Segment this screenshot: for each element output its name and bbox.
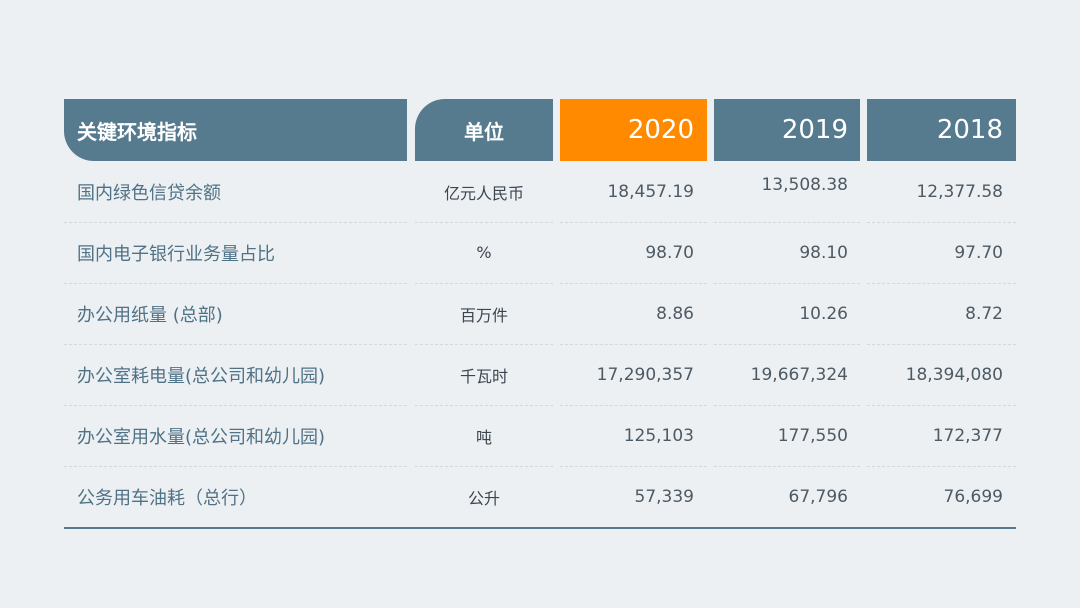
row-value-2019: 177,550 — [777, 425, 848, 446]
row-name: 公务用车油耗（总行） — [77, 487, 257, 509]
header-unit: 单位 — [415, 99, 553, 161]
header-year-2019: 2019 — [714, 99, 860, 161]
table-row: 公务用车油耗（总行） 公升 57,339 67,796 76,699 — [64, 466, 1016, 527]
row-value-2020: 125,103 — [623, 425, 694, 446]
table-bottom-rule — [64, 527, 1016, 529]
row-value-2019: 13,508.38 — [761, 175, 848, 195]
row-value-2019: 98.10 — [799, 242, 848, 263]
header-year-2018: 2018 — [867, 99, 1016, 161]
row-name: 办公室用水量(总公司和幼儿园) — [77, 426, 326, 448]
row-unit: 百万件 — [459, 305, 508, 325]
row-value-2020: 57,339 — [634, 486, 694, 507]
row-value-2020: 18,457.19 — [607, 181, 694, 202]
row-unit: 吨 — [475, 427, 492, 447]
row-name: 办公室耗电量(总公司和幼儿园) — [77, 365, 326, 387]
row-value-2019: 10.26 — [799, 303, 848, 324]
table-body: 国内绿色信贷余额 亿元人民币 18,457.19 13,508.38 12,37… — [64, 161, 1016, 529]
row-value-2019: 19,667,324 — [750, 364, 848, 385]
table-row: 国内绿色信贷余额 亿元人民币 18,457.19 13,508.38 12,37… — [64, 161, 1016, 222]
row-unit: % — [476, 243, 492, 262]
row-value-2019: 67,796 — [788, 486, 848, 507]
row-value-2018: 18,394,080 — [905, 364, 1003, 385]
row-value-2018: 8.72 — [965, 303, 1003, 324]
row-value-2018: 76,699 — [943, 486, 1003, 507]
header-indicator: 关键环境指标 — [64, 99, 407, 161]
table-row: 办公室耗电量(总公司和幼儿园) 千瓦时 17,290,357 19,667,32… — [64, 344, 1016, 405]
table-row: 办公室用水量(总公司和幼儿园) 吨 125,103 177,550 172,37… — [64, 405, 1016, 466]
environment-indicators-table: 关键环境指标 单位 2020 2019 2018 国内绿色信贷余额 亿元人民币 … — [64, 99, 1016, 529]
table-row: 办公用纸量 (总部) 百万件 8.86 10.26 8.72 — [64, 283, 1016, 344]
row-name: 国内电子银行业务量占比 — [77, 243, 275, 265]
row-value-2020: 98.70 — [645, 242, 694, 263]
row-unit: 公升 — [467, 488, 500, 508]
row-value-2018: 97.70 — [954, 242, 1003, 263]
row-unit: 千瓦时 — [459, 366, 508, 386]
row-value-2020: 8.86 — [656, 303, 694, 324]
header-year-2020: 2020 — [560, 99, 707, 161]
row-name: 国内绿色信贷余额 — [77, 182, 221, 204]
row-name: 办公用纸量 (总部) — [77, 304, 223, 326]
row-value-2020: 17,290,357 — [596, 364, 694, 385]
row-value-2018: 172,377 — [932, 425, 1003, 446]
row-value-2018: 12,377.58 — [916, 181, 1003, 202]
table-row: 国内电子银行业务量占比 % 98.70 98.10 97.70 — [64, 222, 1016, 283]
row-unit: 亿元人民币 — [443, 183, 524, 203]
table-header: 关键环境指标 单位 2020 2019 2018 — [64, 99, 1016, 161]
